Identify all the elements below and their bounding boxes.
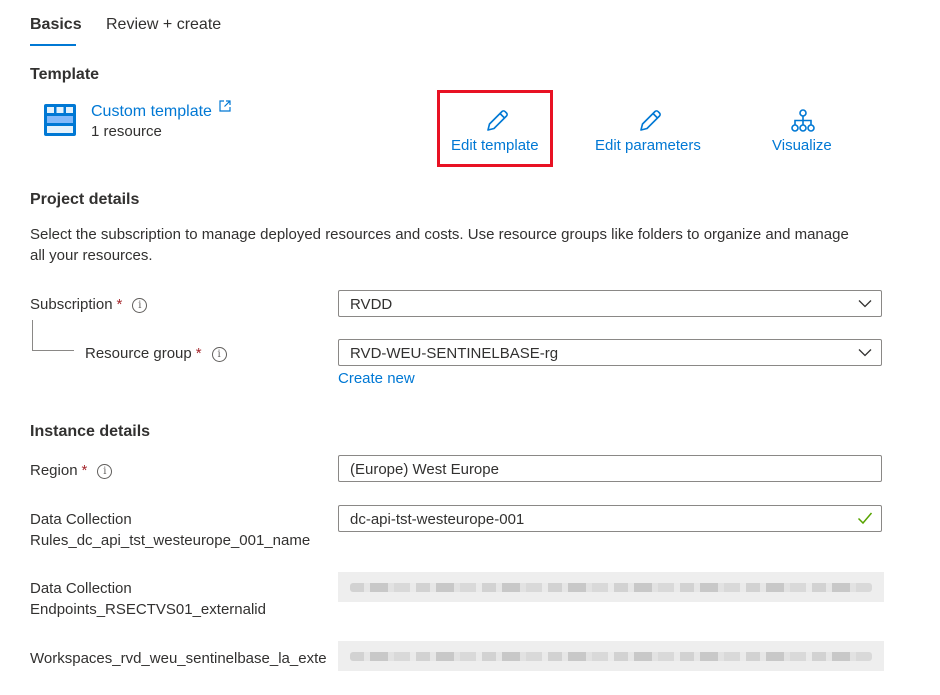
resource-group-value: RVD-WEU-SENTINELBASE-rg bbox=[350, 345, 559, 362]
dcr-name-value: dc-api-tst-westeurope-001 bbox=[350, 511, 525, 528]
subscription-value: RVDD bbox=[350, 296, 393, 313]
subscription-label: Subscription bbox=[30, 296, 113, 313]
region-label: Region bbox=[30, 462, 78, 479]
required-asterisk: * bbox=[116, 296, 123, 313]
info-icon[interactable]: i bbox=[97, 464, 113, 479]
redacted-value bbox=[350, 583, 872, 592]
template-grid-icon bbox=[44, 104, 76, 136]
resource-count: 1 resource bbox=[91, 123, 162, 140]
hierarchy-icon bbox=[791, 109, 815, 132]
tree-connector-vertical bbox=[32, 320, 33, 350]
instance-details-title: Instance details bbox=[30, 423, 151, 440]
tab-review-create[interactable]: Review + create bbox=[106, 16, 221, 34]
info-icon[interactable]: i bbox=[211, 347, 227, 362]
tree-connector-horizontal bbox=[32, 350, 74, 351]
create-new-link[interactable]: Create new bbox=[338, 370, 415, 387]
project-details-title: Project details bbox=[30, 191, 140, 208]
redacted-value bbox=[350, 652, 872, 661]
dcr-name-input[interactable]: dc-api-tst-westeurope-001 bbox=[338, 505, 882, 532]
region-value: (Europe) West Europe bbox=[350, 461, 499, 478]
edit-parameters-label[interactable]: Edit parameters bbox=[595, 137, 701, 154]
resource-group-label-group: Resource group * i bbox=[85, 345, 227, 362]
resource-group-dropdown[interactable]: RVD-WEU-SENTINELBASE-rg bbox=[338, 339, 882, 366]
edit-parameters-button[interactable]: Edit parameters bbox=[592, 108, 712, 160]
active-tab-indicator bbox=[30, 44, 76, 46]
chevron-down-icon bbox=[858, 349, 872, 357]
edit-template-button[interactable]: Edit template bbox=[441, 108, 549, 160]
required-asterisk: * bbox=[195, 345, 202, 362]
dce-label-line1: Data Collection bbox=[30, 580, 132, 597]
region-input[interactable]: (Europe) West Europe bbox=[338, 455, 882, 482]
custom-template-label[interactable]: Custom template bbox=[91, 103, 212, 120]
external-link-icon bbox=[219, 100, 231, 112]
region-label-group: Region * i bbox=[30, 462, 113, 479]
project-details-description: Select the subscription to manage deploy… bbox=[30, 226, 849, 264]
custom-template-link[interactable]: Custom template bbox=[91, 100, 231, 121]
pencil-icon bbox=[640, 110, 661, 131]
resource-group-label: Resource group bbox=[85, 345, 192, 362]
dcr-name-label-line1: Data Collection bbox=[30, 511, 132, 528]
workspace-label: Workspaces_rvd_weu_sentinelbase_la_exte bbox=[30, 650, 327, 667]
workspace-redacted-input[interactable] bbox=[338, 641, 884, 671]
visualize-label[interactable]: Visualize bbox=[772, 137, 832, 154]
info-icon[interactable]: i bbox=[132, 298, 148, 313]
dce-label-line2: Endpoints_RSECTVS01_externalid bbox=[30, 601, 266, 618]
edit-template-label[interactable]: Edit template bbox=[451, 137, 539, 154]
required-asterisk: * bbox=[81, 462, 88, 479]
pencil-icon bbox=[487, 110, 508, 131]
tab-basics[interactable]: Basics bbox=[30, 16, 82, 34]
dce-redacted-input[interactable] bbox=[338, 572, 884, 602]
chevron-down-icon bbox=[858, 300, 872, 308]
subscription-label-group: Subscription * i bbox=[30, 296, 148, 313]
dcr-name-label-line2: Rules_dc_api_tst_westeurope_001_name bbox=[30, 532, 311, 549]
template-section-title: Template bbox=[30, 66, 100, 83]
subscription-dropdown[interactable]: RVDD bbox=[338, 290, 882, 317]
checkmark-icon bbox=[857, 512, 873, 525]
visualize-button[interactable]: Visualize bbox=[768, 108, 840, 160]
